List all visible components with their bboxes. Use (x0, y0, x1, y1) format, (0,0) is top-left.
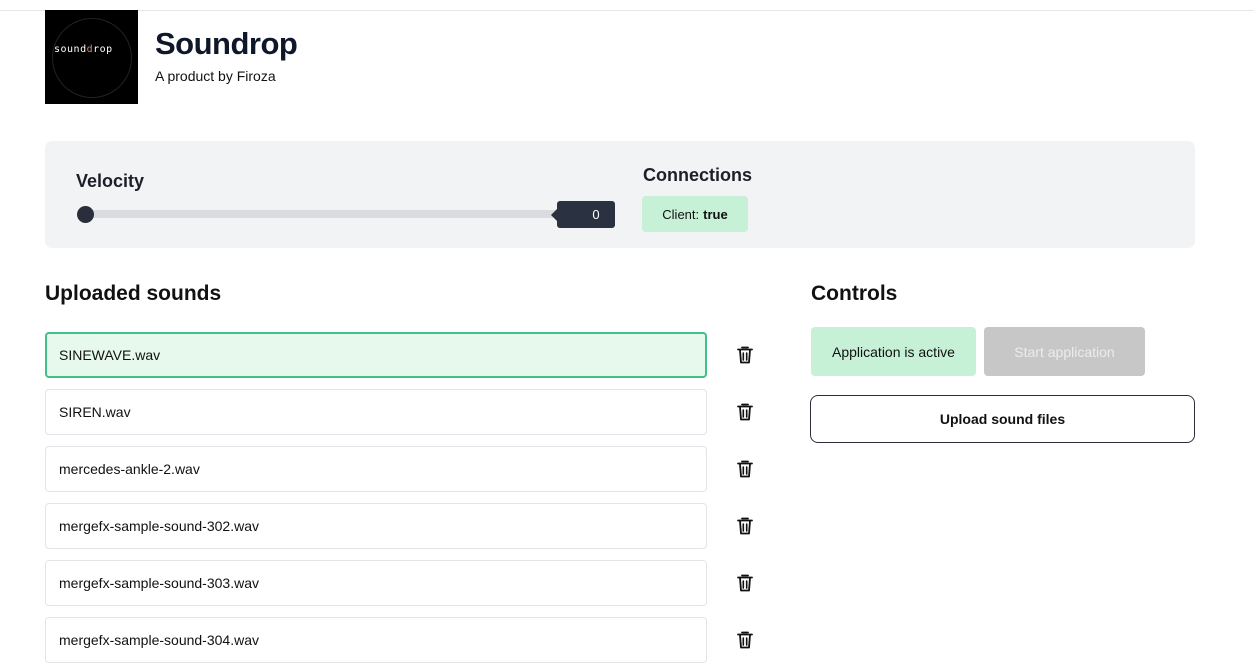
sound-list-item[interactable]: mergefx-sample-sound-303.wav (45, 560, 707, 606)
logo-wordmark: sounddrop (54, 44, 113, 55)
top-divider (0, 10, 1254, 11)
sound-list-item[interactable]: mercedes-ankle-2.wav (45, 446, 707, 492)
sound-file-name: SIREN.wav (59, 404, 131, 420)
start-application-button[interactable]: Start application (984, 327, 1145, 376)
sound-list-item[interactable]: mergefx-sample-sound-304.wav (45, 617, 707, 663)
trash-icon[interactable] (736, 573, 754, 593)
app-subtitle: A product by Firoza (155, 68, 276, 84)
sound-file-name: mercedes-ankle-2.wav (59, 461, 200, 477)
velocity-slider-track[interactable] (78, 210, 560, 218)
sound-file-name: mergefx-sample-sound-304.wav (59, 632, 259, 648)
logo-circle (52, 18, 132, 98)
velocity-label: Velocity (76, 171, 145, 191)
upload-sound-files-button[interactable]: Upload sound files (810, 395, 1195, 443)
trash-icon[interactable] (736, 516, 754, 536)
client-label: Client: (662, 206, 700, 222)
application-status-badge: Application is active (811, 327, 976, 376)
connections-label: Connections (643, 165, 753, 185)
sound-list-item[interactable]: mergefx-sample-sound-302.wav (45, 503, 707, 549)
velocity-value-tooltip: 0 (551, 201, 615, 228)
status-panel: Velocity 0 Connections Client: true (45, 141, 1195, 248)
controls-title: Controls (811, 282, 898, 305)
sound-file-name: mergefx-sample-sound-303.wav (59, 575, 259, 591)
sound-list-item[interactable]: SIREN.wav (45, 389, 707, 435)
velocity-slider-thumb[interactable] (77, 206, 94, 223)
sound-list-item[interactable]: SINEWAVE.wav (45, 332, 707, 378)
client-status-badge: Client: true (642, 196, 748, 232)
soundrop-logo: sounddrop (45, 10, 138, 104)
trash-icon[interactable] (736, 459, 754, 479)
trash-icon[interactable] (736, 345, 754, 365)
sound-file-name: mergefx-sample-sound-302.wav (59, 518, 259, 534)
client-value: true (703, 206, 728, 222)
trash-icon[interactable] (736, 402, 754, 422)
sound-file-name: SINEWAVE.wav (59, 347, 161, 363)
uploaded-sounds-title: Uploaded sounds (45, 282, 222, 305)
app-title: Soundrop (155, 26, 298, 61)
trash-icon[interactable] (736, 630, 754, 650)
